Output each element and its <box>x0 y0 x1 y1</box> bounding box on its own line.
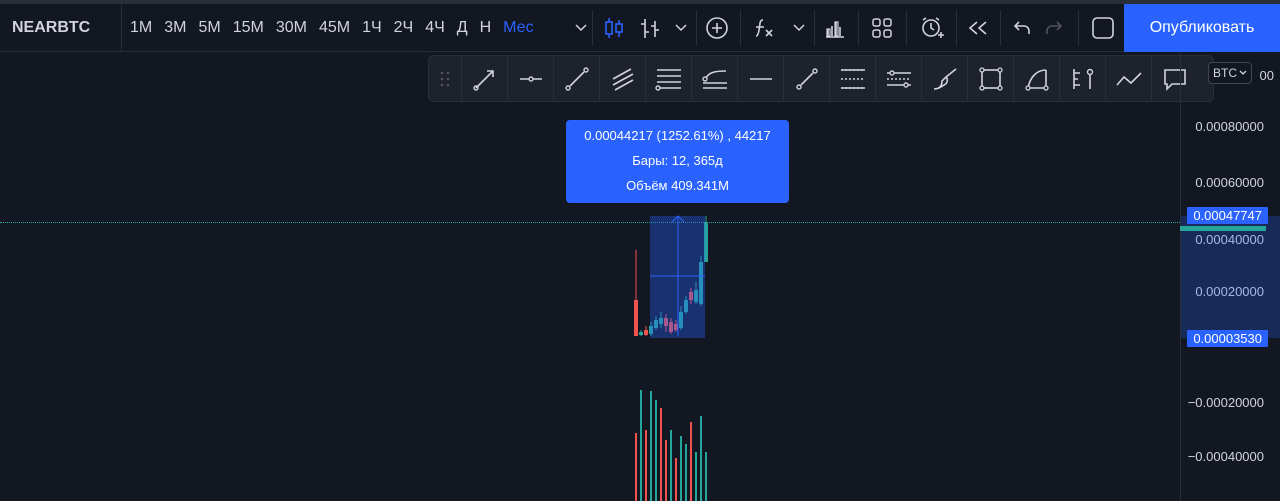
anchored-vwap-icon[interactable] <box>1059 56 1105 101</box>
top-toolbar: NEARBTC 1М 3М 5М 15М 30М 45М 1Ч 2Ч 4Ч Д Н Мес <box>0 0 1280 52</box>
separator <box>956 10 957 46</box>
separator <box>592 10 593 46</box>
measure-range-box[interactable] <box>650 216 705 338</box>
path-line-icon[interactable] <box>1105 56 1151 101</box>
separator <box>740 10 741 46</box>
symbol-search-button[interactable]: NEARBTC <box>0 4 122 52</box>
arrow-tool-icon[interactable] <box>461 56 507 101</box>
indicators-fx-icon[interactable] <box>750 4 780 52</box>
price-range-icon[interactable] <box>829 56 875 101</box>
chart-type-chevron-icon[interactable] <box>670 4 692 52</box>
undo-icon[interactable] <box>1008 4 1036 52</box>
interval-button[interactable]: 1М <box>124 4 158 52</box>
rectangle-icon[interactable] <box>967 56 1013 101</box>
fib-retracement-icon[interactable] <box>645 56 691 101</box>
separator <box>1078 10 1079 46</box>
axis-label: −0.00040000 <box>1187 449 1264 464</box>
brush-icon[interactable] <box>921 56 967 101</box>
pitchfork-icon[interactable] <box>691 56 737 101</box>
measure-price-change: 0.00044217 (1252.61%) , 44217 <box>584 128 771 143</box>
interval-button[interactable]: 1Ч <box>356 4 388 52</box>
compare-add-icon[interactable] <box>702 4 732 52</box>
interval-button[interactable]: Д <box>451 4 474 52</box>
interval-button[interactable]: 45М <box>313 4 356 52</box>
separator <box>814 10 815 46</box>
indicators-chevron-icon[interactable] <box>788 4 810 52</box>
replay-icon[interactable] <box>962 4 994 52</box>
horizontal-line-icon[interactable] <box>737 56 783 101</box>
separator <box>906 10 907 46</box>
separator <box>1000 10 1001 46</box>
measure-bars-count: Бары: 12, 365д <box>632 153 723 168</box>
interval-button[interactable]: 3М <box>158 4 192 52</box>
measure-volume: Объём 409.341M <box>626 178 729 193</box>
separator <box>696 10 697 46</box>
separator <box>858 10 859 46</box>
interval-button[interactable]: 15М <box>227 4 270 52</box>
curve-icon[interactable] <box>1013 56 1059 101</box>
trend-line-icon[interactable] <box>553 56 599 101</box>
fullscreen-square-icon[interactable] <box>1086 4 1120 52</box>
alert-clock-icon[interactable] <box>914 4 950 52</box>
layouts-grid-icon[interactable] <box>866 4 898 52</box>
interval-button[interactable]: 2Ч <box>388 4 420 52</box>
redo-icon[interactable] <box>1040 4 1068 52</box>
date-price-range-icon[interactable] <box>875 56 921 101</box>
measure-axis-highlight <box>1181 216 1280 338</box>
drawing-toolbar <box>428 55 1214 102</box>
interval-button[interactable]: 5М <box>192 4 226 52</box>
horizontal-ray-icon[interactable] <box>507 56 553 101</box>
interval-dropdown-chevron-icon[interactable] <box>570 4 592 52</box>
ray-icon[interactable] <box>783 56 829 101</box>
candles-chart-type-icon[interactable] <box>600 4 628 52</box>
publish-button[interactable]: Опубликовать <box>1124 4 1280 52</box>
axis-label: 00 <box>1259 68 1274 83</box>
symbol-scale-label: BTC <box>1213 66 1237 80</box>
last-price-marker <box>1180 226 1266 231</box>
interval-button[interactable]: Мес <box>497 4 539 52</box>
axis-label: 0.00060000 <box>1195 175 1264 190</box>
range-low-tag: 0.00003530 <box>1187 330 1268 347</box>
axis-label: −0.00020000 <box>1187 395 1264 410</box>
axis-label: 0.00080000 <box>1195 119 1264 134</box>
last-price-tag: 0.00047747 <box>1187 207 1268 224</box>
financials-bar-icon[interactable] <box>820 4 850 52</box>
drag-handle-icon[interactable] <box>429 56 461 101</box>
symbol-scale-button[interactable]: BTC <box>1208 62 1252 84</box>
interval-button[interactable]: 4Ч <box>419 4 451 52</box>
last-price-line <box>0 222 1180 223</box>
bars-chart-type-icon[interactable] <box>636 4 664 52</box>
interval-list: 1М 3М 5М 15М 30М 45М 1Ч 2Ч 4Ч Д Н Мес <box>124 4 540 52</box>
measure-tooltip: 0.00044217 (1252.61%) , 44217 Бары: 12, … <box>566 120 789 203</box>
interval-button[interactable]: 30М <box>270 4 313 52</box>
parallel-channel-icon[interactable] <box>599 56 645 101</box>
interval-button[interactable]: Н <box>474 4 498 52</box>
